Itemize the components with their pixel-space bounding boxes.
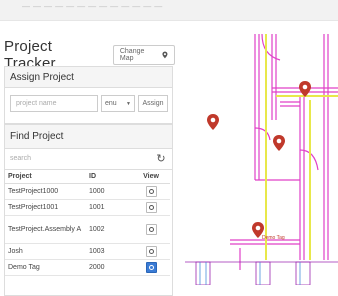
change-map-button[interactable]: Change Map [112,45,175,65]
assign-select[interactable]: enu ▼ [101,95,135,112]
top-bar: — — — — — — — — — — — — — [0,0,338,21]
column-header-view: View [132,170,170,184]
cell-project: TestProject.Assembly A [5,215,86,244]
map-marker-icon[interactable] [272,134,286,152]
sidebar: Project Tracker Change Map Assign Projec… [0,28,175,296]
refresh-icon[interactable]: ↻ [155,152,167,165]
top-bar-faded-text: — — — — — — — — — — — — — [22,2,163,11]
table-row[interactable]: TestProject1000 1000 [5,183,170,200]
cell-id: 1003 [86,243,132,260]
cell-project: TestProject1000 [5,183,86,200]
map-marker-icon[interactable] [206,113,220,131]
map-marker-icon[interactable] [298,80,312,98]
column-header-id: ID [86,170,132,184]
change-map-label: Change Map [119,48,145,62]
caret-down-icon: ▼ [126,100,131,107]
map-tag-label: Demo Tag [262,235,285,241]
project-table: Project ID View TestProject1000 1000 Tes… [5,170,170,276]
cell-id: 1001 [86,199,132,216]
cell-project: TestProject1001 [5,199,86,216]
cell-project: Josh [5,243,86,260]
cell-id: 1002 [86,215,132,244]
table-row[interactable]: TestProject1001 1001 [5,199,170,216]
view-icon-active[interactable] [145,262,157,273]
project-name-input[interactable]: project name [10,95,98,112]
find-project-panel: Find Project search ↻ Project ID View Te… [4,124,173,296]
cell-project: Demo Tag [5,259,86,276]
assign-select-value: enu [105,100,117,107]
assign-project-heading: Assign Project [5,67,172,88]
view-icon[interactable] [145,224,157,235]
table-row[interactable]: Demo Tag 2000 [5,259,170,276]
find-project-heading: Find Project [5,125,172,149]
view-icon[interactable] [145,246,157,257]
assign-button[interactable]: Assign [138,95,168,112]
column-header-project: Project [5,170,86,184]
table-row[interactable]: TestProject.Assembly A 1002 [5,215,170,244]
cell-id: 2000 [86,259,132,276]
assign-project-panel: Assign Project project name enu ▼ Assign [4,66,173,124]
cell-id: 1000 [86,183,132,200]
view-icon[interactable] [145,202,157,213]
table-row[interactable]: Josh 1003 [5,243,170,260]
map-pin-icon [162,51,168,59]
view-icon[interactable] [145,186,157,197]
search-input[interactable]: search [10,151,150,166]
